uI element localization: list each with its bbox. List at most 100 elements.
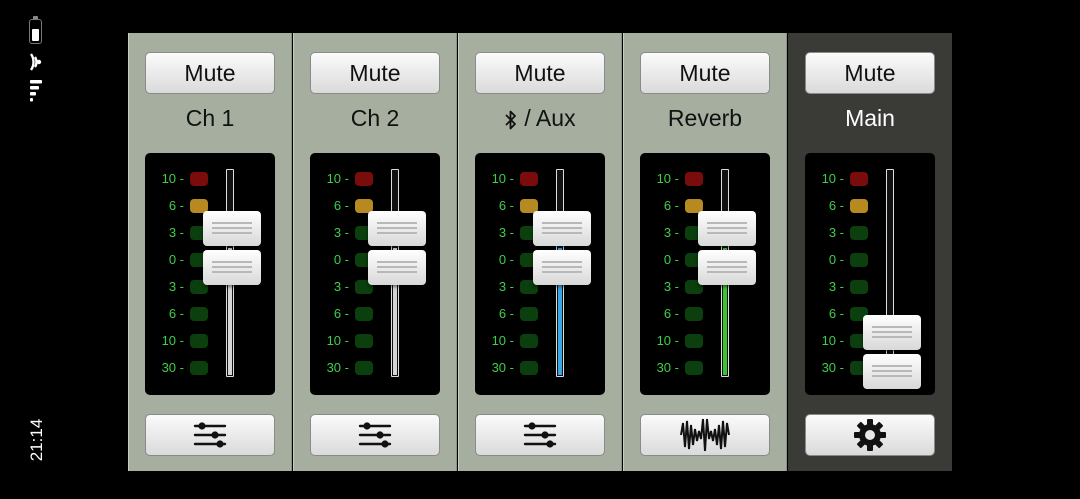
meter-scale-row: 6 [310, 197, 374, 215]
meter-scale-label: 0 [664, 251, 679, 269]
meter-scale-label: 6 [499, 305, 514, 323]
meter-scale-row: 10 [640, 332, 704, 350]
fader-knob[interactable] [533, 211, 591, 286]
channel-strip-reverb: Mute Reverb 10630361030 [623, 33, 787, 471]
meter-scale-row: 0 [805, 251, 869, 269]
mute-button-ch2[interactable]: Mute [310, 52, 440, 94]
cellular-signal-icon [30, 80, 42, 102]
meter-scale-row: 6 [640, 197, 704, 215]
meter-scale-label: 6 [664, 305, 679, 323]
wifi-icon [29, 53, 42, 71]
meter-scale-label: 30 [492, 359, 514, 377]
meter-scale-row: 3 [475, 278, 539, 296]
aux-label-text: / Aux [524, 105, 576, 131]
meter-scale-label: 6 [334, 197, 349, 215]
meter-scale-label: 6 [499, 197, 514, 215]
fader-knob[interactable] [368, 211, 426, 286]
meter-scale-label: 3 [334, 278, 349, 296]
fader-knob[interactable] [863, 315, 921, 390]
meter-scale-row: 3 [310, 278, 374, 296]
meter-scale-label: 3 [829, 278, 844, 296]
meter-scale-row: 0 [145, 251, 209, 269]
level-meter-ch1: 10630361030 [145, 153, 275, 395]
reverb-settings-button[interactable] [640, 414, 770, 456]
channel-label-aux: / Aux [458, 105, 622, 132]
meter-scale-row: 3 [145, 278, 209, 296]
meter-led [355, 334, 373, 348]
fader-knob[interactable] [203, 211, 261, 286]
meter-scale-label: 0 [829, 251, 844, 269]
level-meter-main: 10630361030 [805, 153, 935, 395]
meter-scale-label: 10 [327, 332, 349, 350]
meter-scale-label: 6 [334, 305, 349, 323]
channel-strip-ch1: Mute Ch 1 10630361030 [128, 33, 292, 471]
status-time: 21:14 [27, 418, 46, 462]
meter-led [190, 172, 208, 186]
eq-settings-button-ch1[interactable] [145, 414, 275, 456]
meter-scale-label: 10 [162, 332, 184, 350]
meter-scale-label: 10 [162, 170, 184, 188]
meter-scale-label: 3 [664, 278, 679, 296]
meter-led [190, 361, 208, 375]
meter-scale-label: 6 [169, 305, 184, 323]
eq-settings-button-aux[interactable] [475, 414, 605, 456]
meter-led [685, 361, 703, 375]
meter-scale-label: 6 [169, 197, 184, 215]
meter-scale-row: 3 [310, 224, 374, 242]
meter-scale-label: 30 [657, 359, 679, 377]
meter-led [520, 172, 538, 186]
meter-scale-row: 10 [310, 170, 374, 188]
channel-label-reverb: Reverb [667, 105, 743, 131]
meter-scale-label: 10 [327, 170, 349, 188]
meter-scale-label: 3 [499, 278, 514, 296]
meter-led [520, 307, 538, 321]
mute-button-ch1[interactable]: Mute [145, 52, 275, 94]
meter-scale-label: 0 [169, 251, 184, 269]
meter-scale-row: 0 [640, 251, 704, 269]
meter-scale-label: 6 [829, 197, 844, 215]
meter-scale-label: 3 [499, 224, 514, 242]
eq-settings-button-ch2[interactable] [310, 414, 440, 456]
meter-scale-row: 6 [640, 305, 704, 323]
meter-scale-label: 6 [664, 197, 679, 215]
meter-led [685, 307, 703, 321]
meter-scale-row: 0 [310, 251, 374, 269]
mute-button-reverb[interactable]: Mute [640, 52, 770, 94]
eq-sliders-icon [358, 422, 392, 448]
mute-button-main[interactable]: Mute [805, 52, 935, 94]
channel-label-ch1: Ch 1 [185, 105, 235, 131]
meter-scale-row: 30 [145, 359, 209, 377]
meter-led [850, 280, 868, 294]
meter-scale-row: 10 [145, 170, 209, 188]
meter-scale-row: 10 [475, 332, 539, 350]
meter-led [520, 334, 538, 348]
channel-label-ch2: Ch 2 [350, 105, 400, 131]
meter-scale-label: 10 [822, 332, 844, 350]
meter-scale-row: 10 [475, 170, 539, 188]
meter-led [520, 361, 538, 375]
mute-button-aux[interactable]: Mute [475, 52, 605, 94]
level-meter-aux: 10630361030 [475, 153, 605, 395]
meter-scale-row: 6 [805, 197, 869, 215]
meter-scale-label: 30 [162, 359, 184, 377]
settings-button[interactable] [805, 414, 935, 456]
meter-scale-label: 3 [664, 224, 679, 242]
meter-scale-label: 3 [829, 224, 844, 242]
meter-scale-label: 10 [822, 170, 844, 188]
meter-scale-row: 0 [475, 251, 539, 269]
level-meter-reverb: 10630361030 [640, 153, 770, 395]
bluetooth-icon [505, 110, 517, 130]
status-bar: 21:14 [0, 0, 80, 499]
meter-led [355, 172, 373, 186]
meter-scale-row: 6 [145, 305, 209, 323]
meter-scale-row: 30 [640, 359, 704, 377]
meter-scale-row: 6 [475, 305, 539, 323]
eq-sliders-icon [523, 422, 557, 448]
meter-led [850, 172, 868, 186]
fader-knob[interactable] [698, 211, 756, 286]
meter-led [850, 226, 868, 240]
reverb-waveform-icon [680, 418, 730, 452]
meter-scale-row: 30 [475, 359, 539, 377]
meter-led [190, 334, 208, 348]
channel-strip-aux: Mute / Aux 10630361030 [458, 33, 622, 471]
